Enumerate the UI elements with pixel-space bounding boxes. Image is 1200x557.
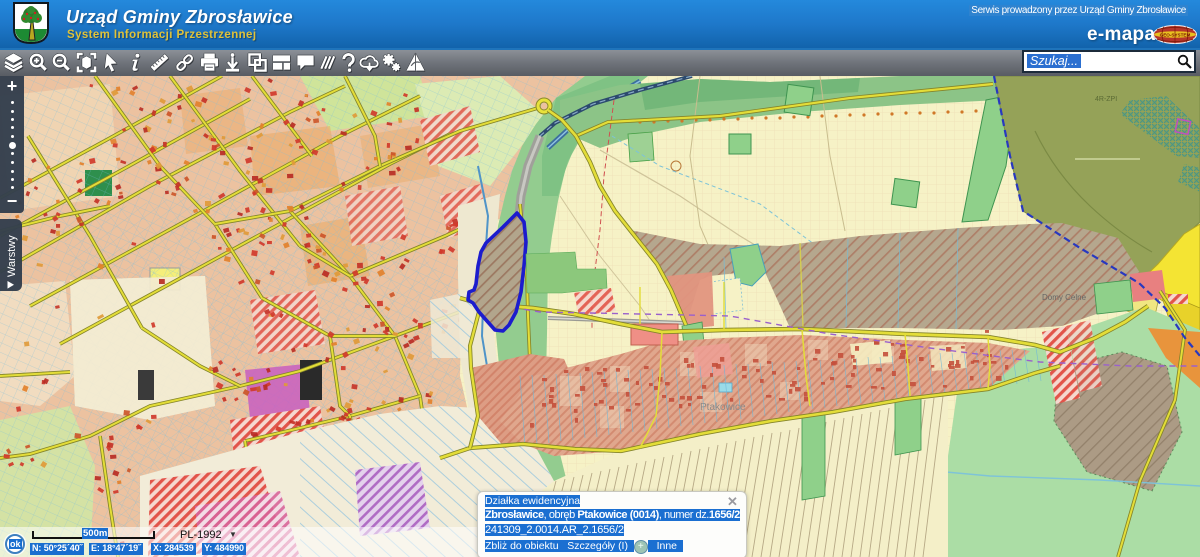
svg-text:Warstwy: Warstwy [6,235,18,277]
svg-text:GEO-SYSTEM: GEO-SYSTEM [1160,33,1191,38]
svg-text:Ptakowice: Ptakowice [700,402,746,413]
svg-text:4R-ZPI: 4R-ZPI [1095,96,1117,103]
svg-text:Domy Celne: Domy Celne [1042,293,1087,302]
